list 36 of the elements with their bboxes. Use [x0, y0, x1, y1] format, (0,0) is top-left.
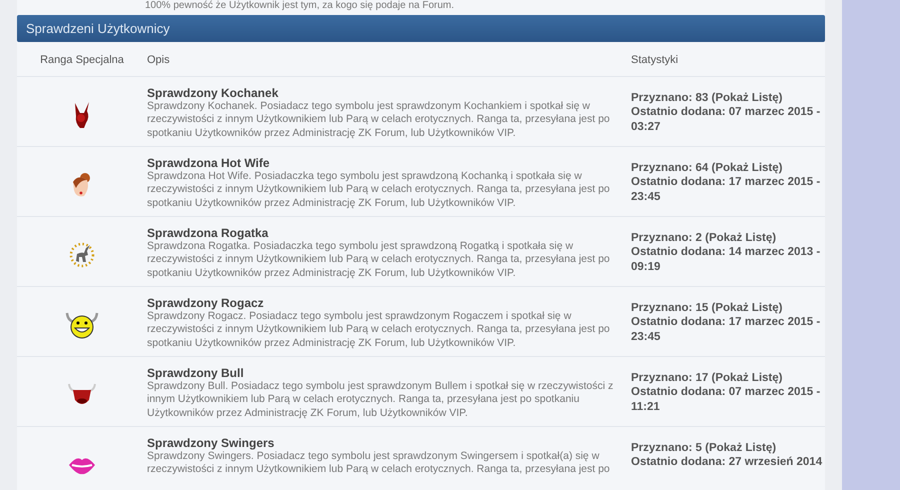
rank-description: Sprawdzony Bull. Posiadacz tego symbolu jest sprawdzonym Bullem i spotkał się w rzeczywistości z innym Użytkownikiem lub Parą w celach erotycznych. Ranga ta, przesyłana jest po spotkaniu Użytkowników przez Administrację ZK Forum, lub Użytkowników VIP.	[147, 380, 614, 420]
rank-description: Sprawdzona Rogatka. Posiadaczka tego symbolu jest sprawdzoną Rogatką i spotkała się w rzeczywistości z innym Użytkownikiem lub Parą w celach erotycznych. Ranga ta, przesyłana jest po spotkaniu Użytkowników przez Administrację ZK Forum, lub Użytkowników VIP.	[147, 240, 611, 280]
rank-description: Sprawdzony Kochanek. Posiadacz tego symbolu jest sprawdzonym Kochankiem i spotkał się w rzeczywistości z innym Użytkownikiem lub Parą w celach erotycznych. Ranga ta, przesyłana jest po spotkaniu Użytkowników przez Administrację ZK Forum, lub Użytkowników VIP.	[147, 100, 611, 140]
awarded-count: Przyznano: 2 (Pokaż Listę)	[631, 231, 778, 246]
last-added-date: Ostatnio dodana: 07 marzec 2015 - 03:27	[631, 105, 822, 134]
rank-title: Sprawdzony Kochanek	[147, 86, 280, 100]
rank-title: Sprawdzony Rogacz	[147, 296, 265, 310]
column-header: Statystyki	[631, 54, 678, 66]
awarded-count: Przyznano: 17 (Pokaż Listę)	[631, 371, 784, 386]
show-list-link[interactable]: (Pokaż Listę)	[712, 372, 782, 384]
column-header: Opis	[147, 54, 170, 66]
rank-title: Sprawdzona Rogatka	[147, 226, 270, 240]
rank-description: Sprawdzona Hot Wife. Posiadaczka tego symbolu jest sprawdzoną Kochanką i spotkała się w rzeczywistości z innym Użytkownikiem lub Parą w celach erotycznych. Ranga ta, przesyłana jest po spotkaniu Użytkowników przez Administrację ZK Forum, lub Użytkowników VIP.	[147, 170, 611, 210]
show-list-link[interactable]: (Pokaż Listę)	[705, 232, 776, 244]
show-list-link[interactable]: (Pokaż Listę)	[712, 302, 782, 314]
intro-text: 100% pewność że Użytkownik jest tym, za kogo się podaje na Forum.	[145, 0, 454, 11]
awarded-count: Przyznano: 15 (Pokaż Listę)	[631, 301, 784, 316]
unicorn-icon	[69, 242, 95, 268]
column-header: Ranga Specjalna	[40, 54, 124, 66]
rank-title: Sprawdzony Swingers	[147, 436, 276, 450]
rank-description: Sprawdzony Rogacz. Posiadacz tego symbolu jest sprawdzonym Rogaczem i spotkał się w rzeczywistości z innym Użytkownikiem lub Parą w celach erotycznych. Ranga ta, przesyłana jest po spotkaniu Użytkowników przez Administrację ZK Forum, lub Użytkowników VIP.	[147, 310, 611, 350]
awarded-count: Przyznano: 5 (Pokaż Listę)	[631, 441, 778, 456]
last-added-date: Ostatnio dodana: 14 marzec 2013 - 09:19	[631, 245, 822, 274]
last-added-date: Ostatnio dodana: 07 marzec 2015 - 11:21	[631, 385, 822, 414]
last-added-date: Ostatnio dodana: 17 marzec 2015 - 23:45	[631, 175, 822, 204]
section-header: Sprawdzeni Użytkownicy	[17, 15, 825, 42]
awarded-count: Przyznano: 83 (Pokaż Listę)	[631, 91, 784, 106]
rank-title: Sprawdzona Hot Wife	[147, 156, 271, 170]
show-list-link[interactable]: (Pokaż Listę)	[712, 92, 782, 104]
last-added-date: Ostatnio dodana: 27 wrzesień 2014	[631, 455, 824, 470]
rank-description: Sprawdzony Swingers. Posiadacz tego symbolu jest sprawdzonym Swingersem i spotkał(a) się w rzeczywistości z innym Użytkownikiem lub Parą w celach erotycznych. Ranga ta, przesyłana jest po	[147, 450, 611, 477]
show-list-link[interactable]: (Pokaż Listę)	[705, 442, 776, 454]
show-list-link[interactable]: (Pokaż Listę)	[712, 162, 782, 174]
awarded-count: Przyznano: 64 (Pokaż Listę)	[631, 161, 784, 176]
last-added-date: Ostatnio dodana: 17 marzec 2015 - 23:45	[631, 315, 822, 344]
rank-title: Sprawdzony Bull	[147, 366, 245, 380]
